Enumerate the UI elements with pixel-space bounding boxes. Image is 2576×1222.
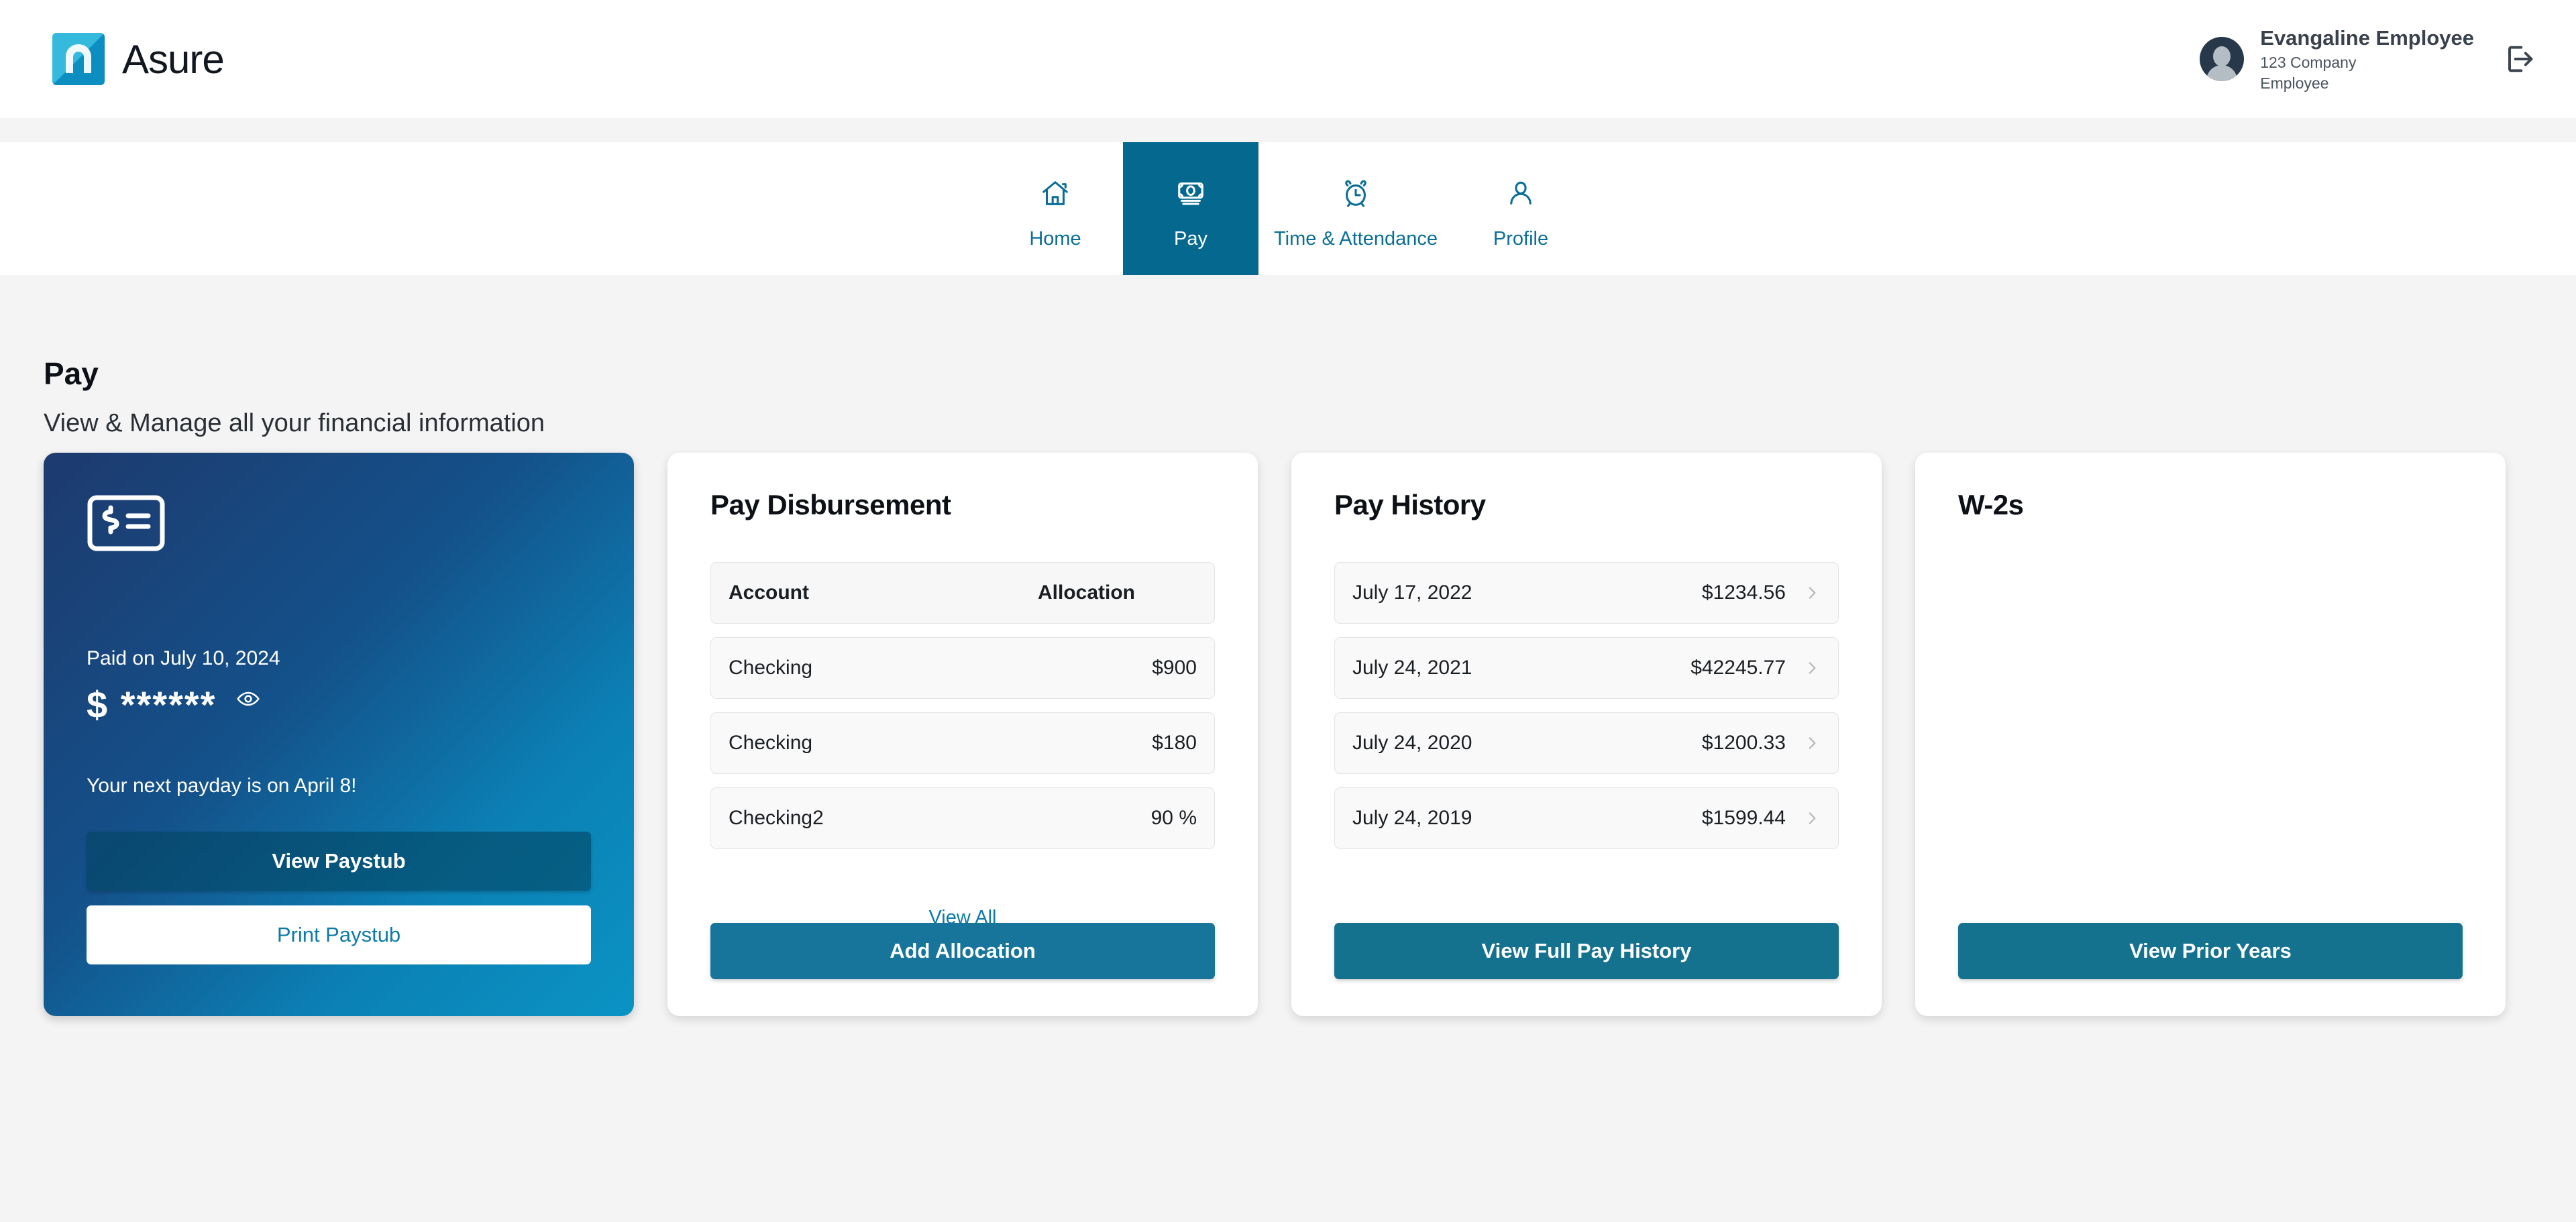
- paystub-actions: View Paystub Print Paystub: [87, 832, 591, 964]
- asure-logo-icon: [52, 33, 105, 85]
- pay-disbursement-title: Pay Disbursement: [710, 489, 951, 520]
- add-allocation-button[interactable]: Add Allocation: [710, 923, 1215, 979]
- account-name: Checking: [729, 657, 813, 679]
- pay-date: July 24, 2021: [1352, 657, 1472, 679]
- pay-date: July 24, 2020: [1352, 732, 1472, 754]
- brand-name: Asure: [122, 36, 225, 82]
- brand-logo[interactable]: Asure: [52, 33, 225, 85]
- paystub-amount-masked: $ ******: [87, 683, 217, 726]
- pay-amount: $1234.56: [1701, 581, 1786, 604]
- table-row[interactable]: July 17, 2022 $1234.56: [1334, 562, 1839, 624]
- account-allocation: $900: [1152, 657, 1197, 679]
- alarm-clock-icon: [1340, 169, 1371, 219]
- paid-on-date: Paid on July 10, 2024: [87, 647, 280, 669]
- pay-history-card: Pay History July 17, 2022 $1234.56 July …: [1291, 453, 1882, 1016]
- home-icon: [1040, 169, 1071, 219]
- nav-label-profile: Profile: [1493, 227, 1549, 249]
- nav-label-pay: Pay: [1174, 227, 1208, 249]
- header-divider-strip: [0, 118, 2576, 142]
- header-user-block: Evangaline Employee 123 Company Employee: [2200, 24, 2538, 94]
- account-allocation: $180: [1152, 732, 1197, 754]
- view-prior-years-button[interactable]: View Prior Years: [1958, 923, 2463, 979]
- table-row[interactable]: Checking $180: [710, 712, 1215, 774]
- table-row[interactable]: Checking2 90 %: [710, 787, 1215, 849]
- user-role: Employee: [2260, 74, 2329, 92]
- app-header: Asure Evangaline Employee 123 Company Em…: [0, 0, 2576, 118]
- account-allocation: 90 %: [1150, 807, 1197, 829]
- account-name: Checking2: [729, 807, 824, 829]
- column-allocation: Allocation: [1037, 581, 1135, 604]
- pay-amount: $42245.77: [1690, 657, 1786, 679]
- w2s-card: W-2s View Prior Years: [1915, 453, 2506, 1016]
- nav-item-time-attendance[interactable]: Time & Attendance: [1258, 142, 1453, 275]
- eye-icon[interactable]: [236, 687, 260, 723]
- pay-amount: $1200.33: [1701, 732, 1786, 754]
- chevron-right-icon: [1803, 810, 1821, 827]
- main-nav: Home Pay Time & Attendance Profile: [0, 142, 2576, 275]
- chevron-right-icon: [1803, 659, 1821, 677]
- view-full-pay-history-button[interactable]: View Full Pay History: [1334, 923, 1839, 979]
- print-paystub-button[interactable]: Print Paystub: [87, 905, 591, 964]
- page-subtitle: View & Manage all your financial informa…: [44, 409, 545, 437]
- user-company: 123 Company: [2260, 53, 2357, 71]
- account-name: Checking: [729, 732, 813, 754]
- table-row[interactable]: July 24, 2020 $1200.33: [1334, 712, 1839, 774]
- table-row[interactable]: July 24, 2021 $42245.77: [1334, 637, 1839, 699]
- person-icon: [1505, 169, 1536, 219]
- disbursement-rows: Account Allocation Checking $900 Checkin…: [710, 562, 1215, 863]
- next-payday-message: Your next payday is on April 8!: [87, 775, 357, 797]
- cards-row: Paid on July 10, 2024 $ ****** Your next…: [44, 453, 2506, 1016]
- nav-label-time-attendance: Time & Attendance: [1274, 227, 1438, 249]
- pay-disbursement-card: Pay Disbursement Account Allocation Chec…: [667, 453, 1258, 1016]
- disbursement-header-row: Account Allocation: [710, 562, 1215, 624]
- nav-item-pay[interactable]: Pay: [1123, 142, 1258, 275]
- column-account: Account: [729, 581, 809, 604]
- pay-history-title: Pay History: [1334, 489, 1486, 520]
- main-content: Pay View & Manage all your financial inf…: [0, 275, 2576, 1222]
- table-row[interactable]: Checking $900: [710, 637, 1215, 699]
- avatar-icon[interactable]: [2200, 37, 2245, 81]
- logout-icon[interactable]: [2498, 39, 2538, 79]
- chevron-right-icon: [1803, 734, 1821, 752]
- paystub-card: Paid on July 10, 2024 $ ****** Your next…: [44, 453, 634, 1016]
- paycheck-icon: [87, 494, 591, 555]
- banknote-icon: [1175, 169, 1206, 219]
- user-name: Evangaline Employee: [2260, 26, 2474, 50]
- chevron-right-icon: [1803, 584, 1821, 602]
- pay-date: July 24, 2019: [1352, 807, 1472, 829]
- view-paystub-button[interactable]: View Paystub: [87, 832, 591, 891]
- page-title: Pay: [44, 356, 99, 391]
- paystub-amount-row: $ ******: [87, 686, 260, 724]
- pay-history-rows: July 17, 2022 $1234.56 July 24, 2021 $42…: [1334, 562, 1839, 863]
- w2s-title: W-2s: [1958, 489, 2024, 520]
- nav-item-home[interactable]: Home: [987, 142, 1123, 275]
- table-row[interactable]: July 24, 2019 $1599.44: [1334, 787, 1839, 849]
- user-meta: Evangaline Employee 123 Company Employee: [2260, 24, 2474, 94]
- nav-item-profile[interactable]: Profile: [1453, 142, 1589, 275]
- nav-label-home: Home: [1029, 227, 1081, 249]
- pay-date: July 17, 2022: [1352, 581, 1472, 604]
- pay-amount: $1599.44: [1701, 807, 1786, 829]
